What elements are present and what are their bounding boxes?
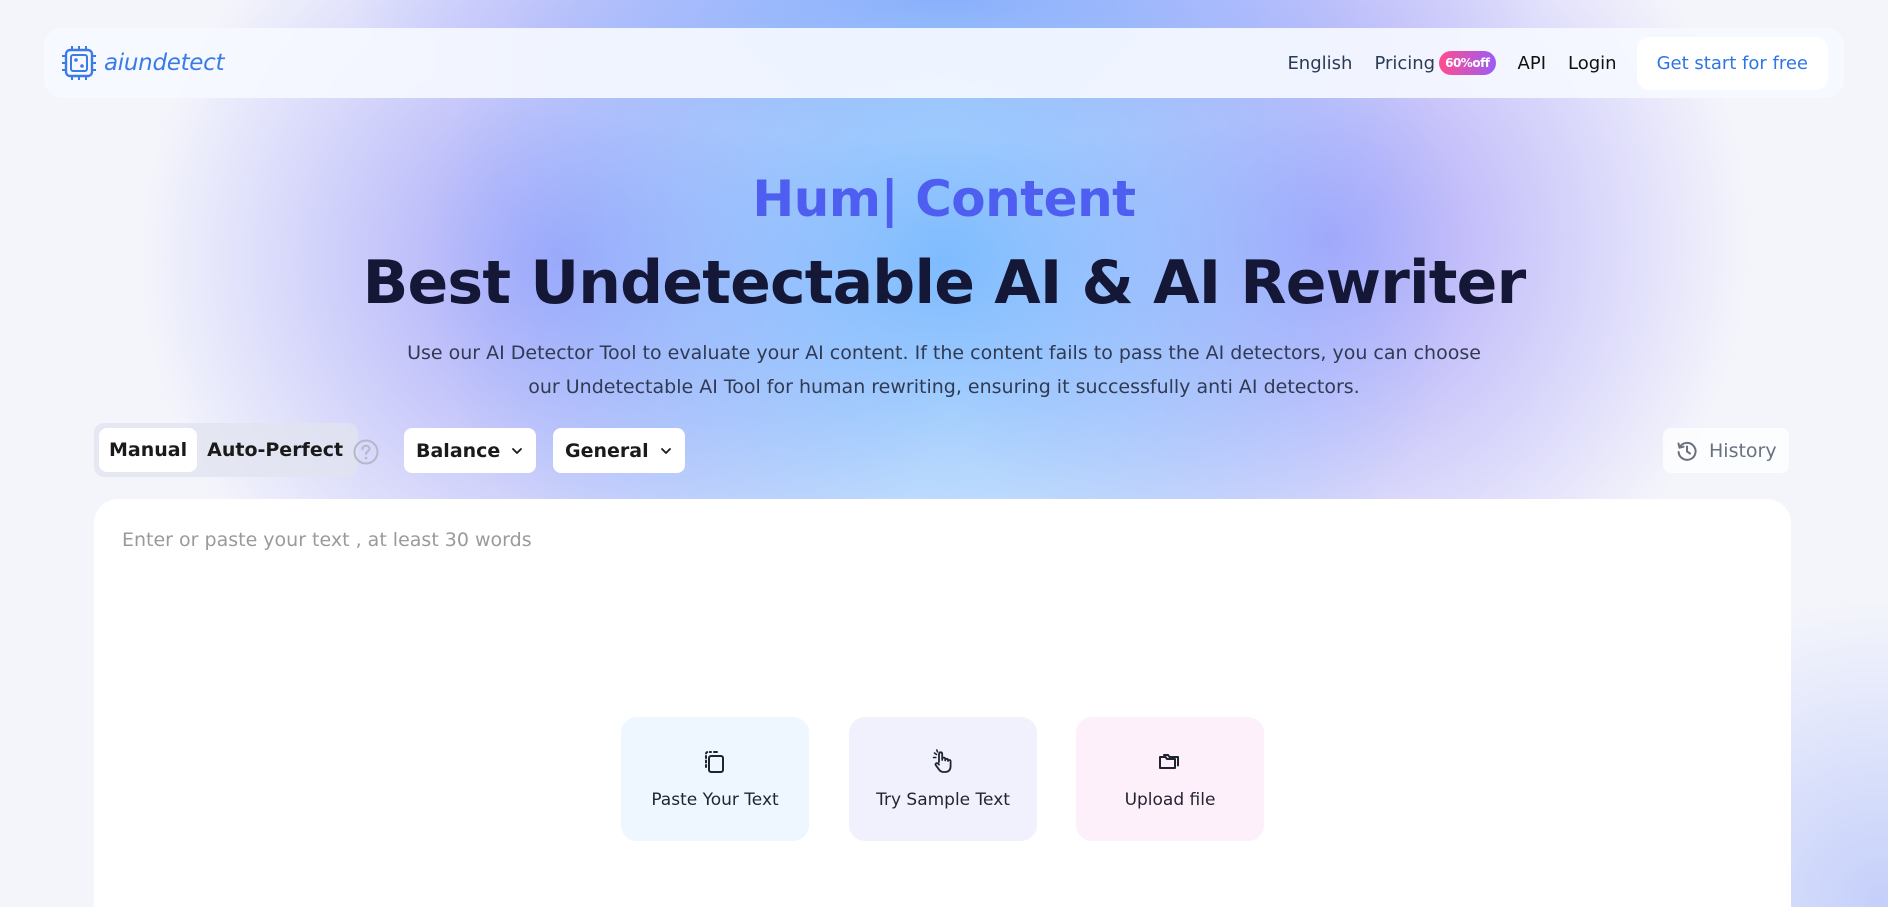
history-label: History	[1709, 439, 1777, 462]
question-circle-icon[interactable]	[353, 439, 379, 465]
chevron-down-icon	[660, 447, 671, 454]
page: aiundetect English Pricing 60%off API Lo…	[0, 0, 1888, 907]
brand-logo[interactable]: aiundetect	[60, 44, 225, 82]
nav-pricing[interactable]: Pricing 60%off	[1374, 51, 1496, 75]
paste-text-label: Paste Your Text	[651, 790, 779, 810]
text-editor-panel: Paste Your Text Try Sample Text Upload f…	[94, 499, 1791, 907]
hero-typing-text: Hum| Content	[752, 170, 1136, 228]
hero-description: Use our AI Detector Tool to evaluate you…	[407, 342, 1481, 398]
upload-file-label: Upload file	[1124, 790, 1216, 810]
nav-login[interactable]: Login	[1568, 53, 1617, 74]
mode-toggle: Manual Auto-Perfect	[94, 423, 359, 477]
history-clock-icon	[1677, 441, 1697, 461]
text-input[interactable]	[122, 529, 1722, 649]
nav-pricing-label: Pricing	[1374, 52, 1436, 74]
chevron-down-icon	[512, 447, 523, 454]
try-sample-button[interactable]: Try Sample Text	[849, 717, 1037, 841]
nav-api[interactable]: API	[1518, 53, 1546, 74]
chip-logo-icon	[62, 46, 96, 80]
nav-language[interactable]: English	[1287, 53, 1352, 74]
paste-text-button[interactable]: Paste Your Text	[621, 717, 809, 841]
brand-name: aiundetect	[104, 50, 225, 76]
upload-file-button[interactable]: Upload file	[1076, 717, 1264, 841]
get-started-button[interactable]: Get start for free	[1636, 36, 1828, 90]
hand-pointer-icon	[932, 749, 952, 773]
purpose-dropdown[interactable]: General	[553, 428, 685, 473]
paste-clipboard-icon	[705, 751, 724, 773]
nav-links: English Pricing 60%off API Login Get sta…	[1265, 28, 1828, 98]
navbar: aiundetect English Pricing 60%off API Lo…	[44, 28, 1844, 98]
history-button[interactable]: History	[1663, 428, 1789, 473]
strength-dropdown[interactable]: Balance	[404, 428, 537, 473]
try-sample-label: Try Sample Text	[876, 790, 1010, 810]
page-title: Best Undetectable AI & AI Rewriter	[362, 248, 1527, 318]
folder-upload-icon	[1159, 754, 1179, 769]
discount-badge: 60%off	[1439, 51, 1496, 75]
mode-manual-button[interactable]: Manual	[99, 428, 198, 472]
mode-auto-perfect-button[interactable]: Auto-Perfect	[197, 428, 353, 472]
purpose-value: General	[565, 439, 649, 462]
strength-value: Balance	[416, 439, 501, 462]
